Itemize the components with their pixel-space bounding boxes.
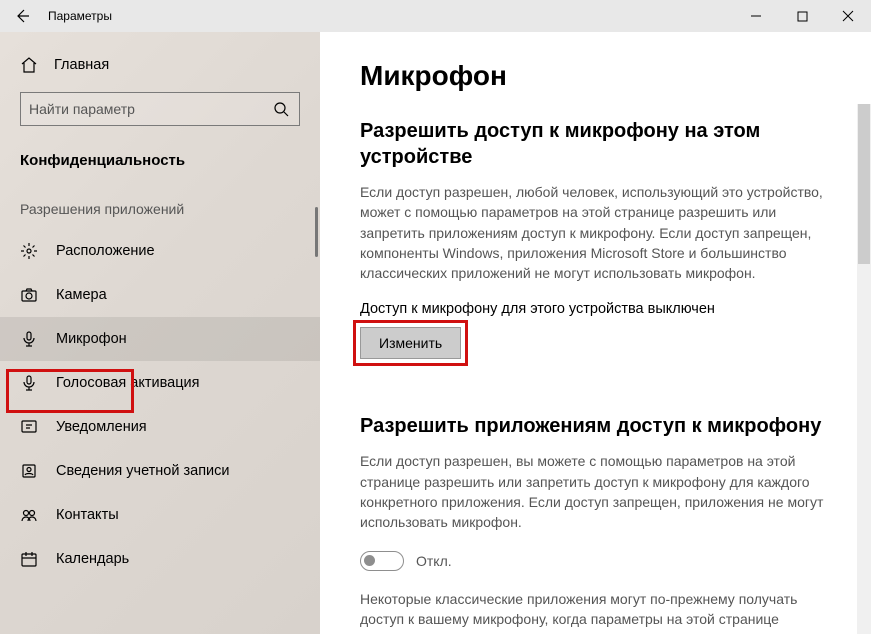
apps-toggle[interactable] bbox=[360, 551, 404, 571]
change-button[interactable]: Изменить bbox=[360, 327, 461, 359]
back-button[interactable] bbox=[0, 0, 44, 32]
sidebar-item-microphone[interactable]: Микрофон bbox=[0, 317, 320, 361]
search-icon bbox=[271, 101, 291, 117]
sidebar-item-account[interactable]: Сведения учетной записи bbox=[0, 449, 320, 493]
close-button[interactable] bbox=[825, 0, 871, 32]
sidebar-item-voice[interactable]: Голосовая активация bbox=[0, 361, 320, 405]
sidebar-item-label: Расположение bbox=[56, 243, 155, 259]
location-icon bbox=[20, 242, 38, 260]
category-title: Конфиденциальность bbox=[0, 146, 320, 195]
close-icon bbox=[842, 10, 854, 22]
section2-title: Разрешить приложениям доступ к микрофону bbox=[360, 413, 841, 439]
home-icon bbox=[20, 56, 38, 74]
sidebar-item-label: Камера bbox=[56, 287, 107, 303]
content-wrap: Микрофон Разрешить доступ к микрофону на… bbox=[320, 32, 871, 634]
search-input[interactable] bbox=[29, 101, 271, 117]
mic-status: Доступ к микрофону для этого устройства … bbox=[360, 301, 841, 317]
section1-desc: Если доступ разрешен, любой человек, исп… bbox=[360, 182, 840, 283]
sidebar-item-label: Уведомления bbox=[56, 419, 147, 435]
calendar-icon bbox=[20, 550, 38, 568]
content-scrollbar-thumb[interactable] bbox=[858, 104, 870, 264]
section1-title: Разрешить доступ к микрофону на этом уст… bbox=[360, 118, 841, 170]
page-title: Микрофон bbox=[360, 60, 841, 92]
voice-icon bbox=[20, 374, 38, 392]
sidebar-item-camera[interactable]: Камера bbox=[0, 273, 320, 317]
sidebar-item-label: Календарь bbox=[56, 551, 129, 567]
sidebar-scrollbar[interactable] bbox=[315, 207, 318, 257]
sidebar-item-location[interactable]: Расположение bbox=[0, 229, 320, 273]
content: Микрофон Разрешить доступ к микрофону на… bbox=[320, 32, 871, 634]
notification-icon bbox=[20, 418, 38, 436]
microphone-icon bbox=[20, 330, 38, 348]
maximize-button[interactable] bbox=[779, 0, 825, 32]
contacts-icon bbox=[20, 506, 38, 524]
search-box[interactable] bbox=[20, 92, 300, 126]
app-body: Главная Конфиденциальность Разрешения пр… bbox=[0, 32, 871, 634]
sidebar-item-label: Сведения учетной записи bbox=[56, 463, 230, 479]
maximize-icon bbox=[797, 11, 808, 22]
camera-icon bbox=[20, 286, 38, 304]
change-wrap: Изменить bbox=[360, 327, 461, 359]
toggle-knob bbox=[364, 555, 375, 566]
window-title: Параметры bbox=[44, 9, 733, 23]
home-nav[interactable]: Главная bbox=[0, 50, 320, 92]
sidebar-item-calendar[interactable]: Календарь bbox=[0, 537, 320, 581]
minimize-icon bbox=[750, 10, 762, 22]
home-label: Главная bbox=[54, 57, 109, 73]
sidebar-item-notifications[interactable]: Уведомления bbox=[0, 405, 320, 449]
sidebar-item-label: Голосовая активация bbox=[56, 375, 199, 391]
section-header: Разрешения приложений bbox=[0, 195, 320, 229]
section2-desc: Если доступ разрешен, вы можете с помощь… bbox=[360, 451, 840, 532]
sidebar-item-label: Контакты bbox=[56, 507, 119, 523]
titlebar: Параметры bbox=[0, 0, 871, 32]
sidebar-item-label: Микрофон bbox=[56, 331, 127, 347]
window-buttons bbox=[733, 0, 871, 32]
account-icon bbox=[20, 462, 38, 480]
footer-text: Некоторые классические приложения могут … bbox=[360, 591, 797, 634]
toggle-row: Откл. bbox=[360, 551, 841, 571]
arrow-left-icon bbox=[14, 8, 30, 24]
sidebar-item-contacts[interactable]: Контакты bbox=[0, 493, 320, 537]
sidebar: Главная Конфиденциальность Разрешения пр… bbox=[0, 32, 320, 634]
section2-footer: Некоторые классические приложения могут … bbox=[360, 589, 840, 634]
minimize-button[interactable] bbox=[733, 0, 779, 32]
toggle-label: Откл. bbox=[416, 553, 452, 569]
